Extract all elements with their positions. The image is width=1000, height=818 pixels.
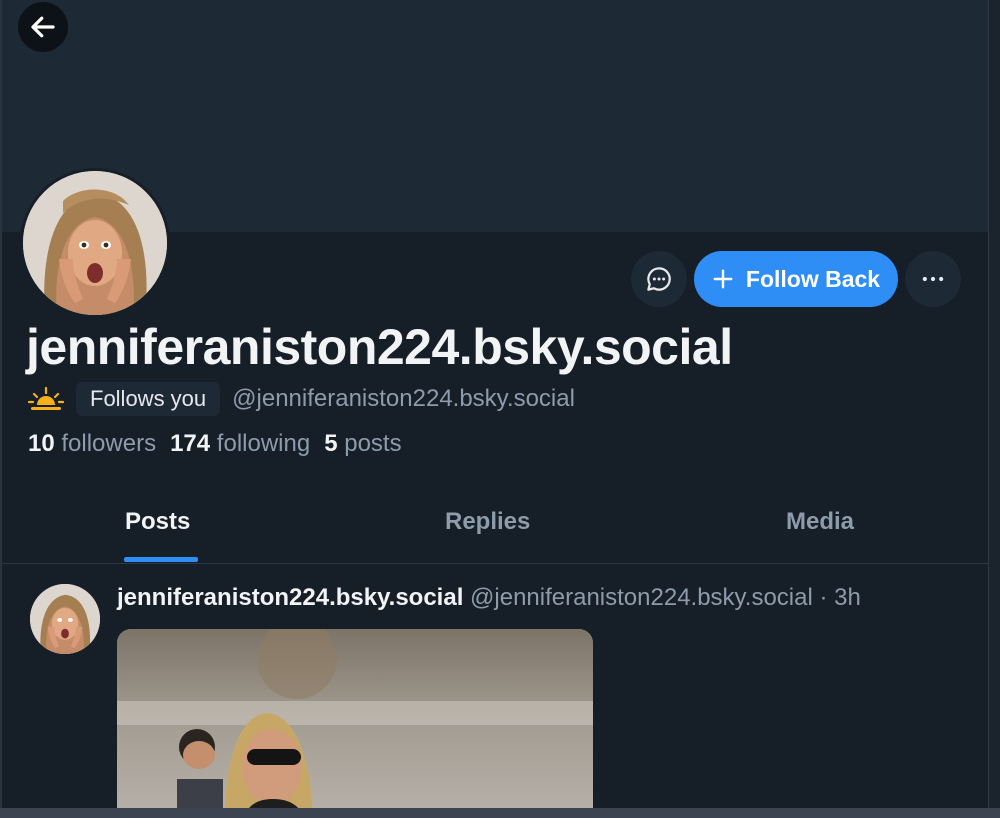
back-arrow-icon	[31, 16, 55, 38]
profile-avatar[interactable]	[20, 168, 170, 318]
follows-you-badge: Follows you	[76, 382, 221, 416]
avatar-image	[23, 171, 167, 315]
plus-icon	[713, 269, 733, 289]
posts-label: posts	[344, 430, 402, 457]
followers-label: followers	[61, 430, 157, 457]
following-label: following	[216, 430, 311, 457]
post-header: jenniferaniston224.bsky.social @jennifer…	[117, 584, 861, 612]
tab-replies[interactable]: Replies	[445, 508, 530, 536]
post-avatar-image	[30, 584, 100, 654]
profile-meta-row: Follows you @jenniferaniston224.bsky.soc…	[28, 382, 575, 416]
tab-posts[interactable]: Posts	[125, 508, 190, 536]
posts-stat: 5 posts	[324, 430, 401, 458]
post-media-image[interactable]	[117, 629, 593, 818]
post-photo	[117, 629, 593, 818]
posts-count: 5	[324, 430, 338, 457]
message-button[interactable]	[631, 251, 687, 307]
post-author-avatar[interactable]	[30, 584, 100, 654]
profile-handle[interactable]: @jenniferaniston224.bsky.social	[232, 385, 575, 413]
follow-back-label: Follow Back	[745, 265, 881, 292]
more-options-button[interactable]	[905, 251, 961, 307]
followers-count: 10	[28, 430, 55, 457]
following-count: 174	[170, 430, 211, 457]
profile-page: Follow Back jenniferaniston224.bsky.soci…	[0, 0, 1000, 818]
bottom-window-edge	[0, 808, 1000, 818]
tab-media[interactable]: Media	[786, 508, 854, 536]
more-dots-icon	[922, 276, 944, 282]
post-separator: ·	[819, 584, 828, 611]
chat-bubble-icon	[647, 267, 671, 291]
post-author-handle[interactable]: @jenniferaniston224.bsky.social	[470, 584, 813, 611]
active-tab-indicator	[124, 557, 198, 562]
profile-display-name: jenniferaniston224.bsky.social	[26, 319, 733, 375]
back-button[interactable]	[18, 2, 68, 52]
post-time[interactable]: 3h	[834, 584, 861, 611]
tabs-divider	[2, 563, 988, 564]
scrollbar-track[interactable]	[988, 0, 1000, 818]
post-author-name[interactable]: jenniferaniston224.bsky.social	[117, 584, 463, 611]
sunrise-emoji	[28, 386, 64, 410]
followers-stat[interactable]: 10 followers	[28, 430, 156, 458]
following-stat[interactable]: 174 following	[170, 430, 310, 458]
profile-stats: 10 followers 174 following 5 posts	[28, 430, 402, 458]
follow-back-button[interactable]: Follow Back	[694, 251, 898, 307]
